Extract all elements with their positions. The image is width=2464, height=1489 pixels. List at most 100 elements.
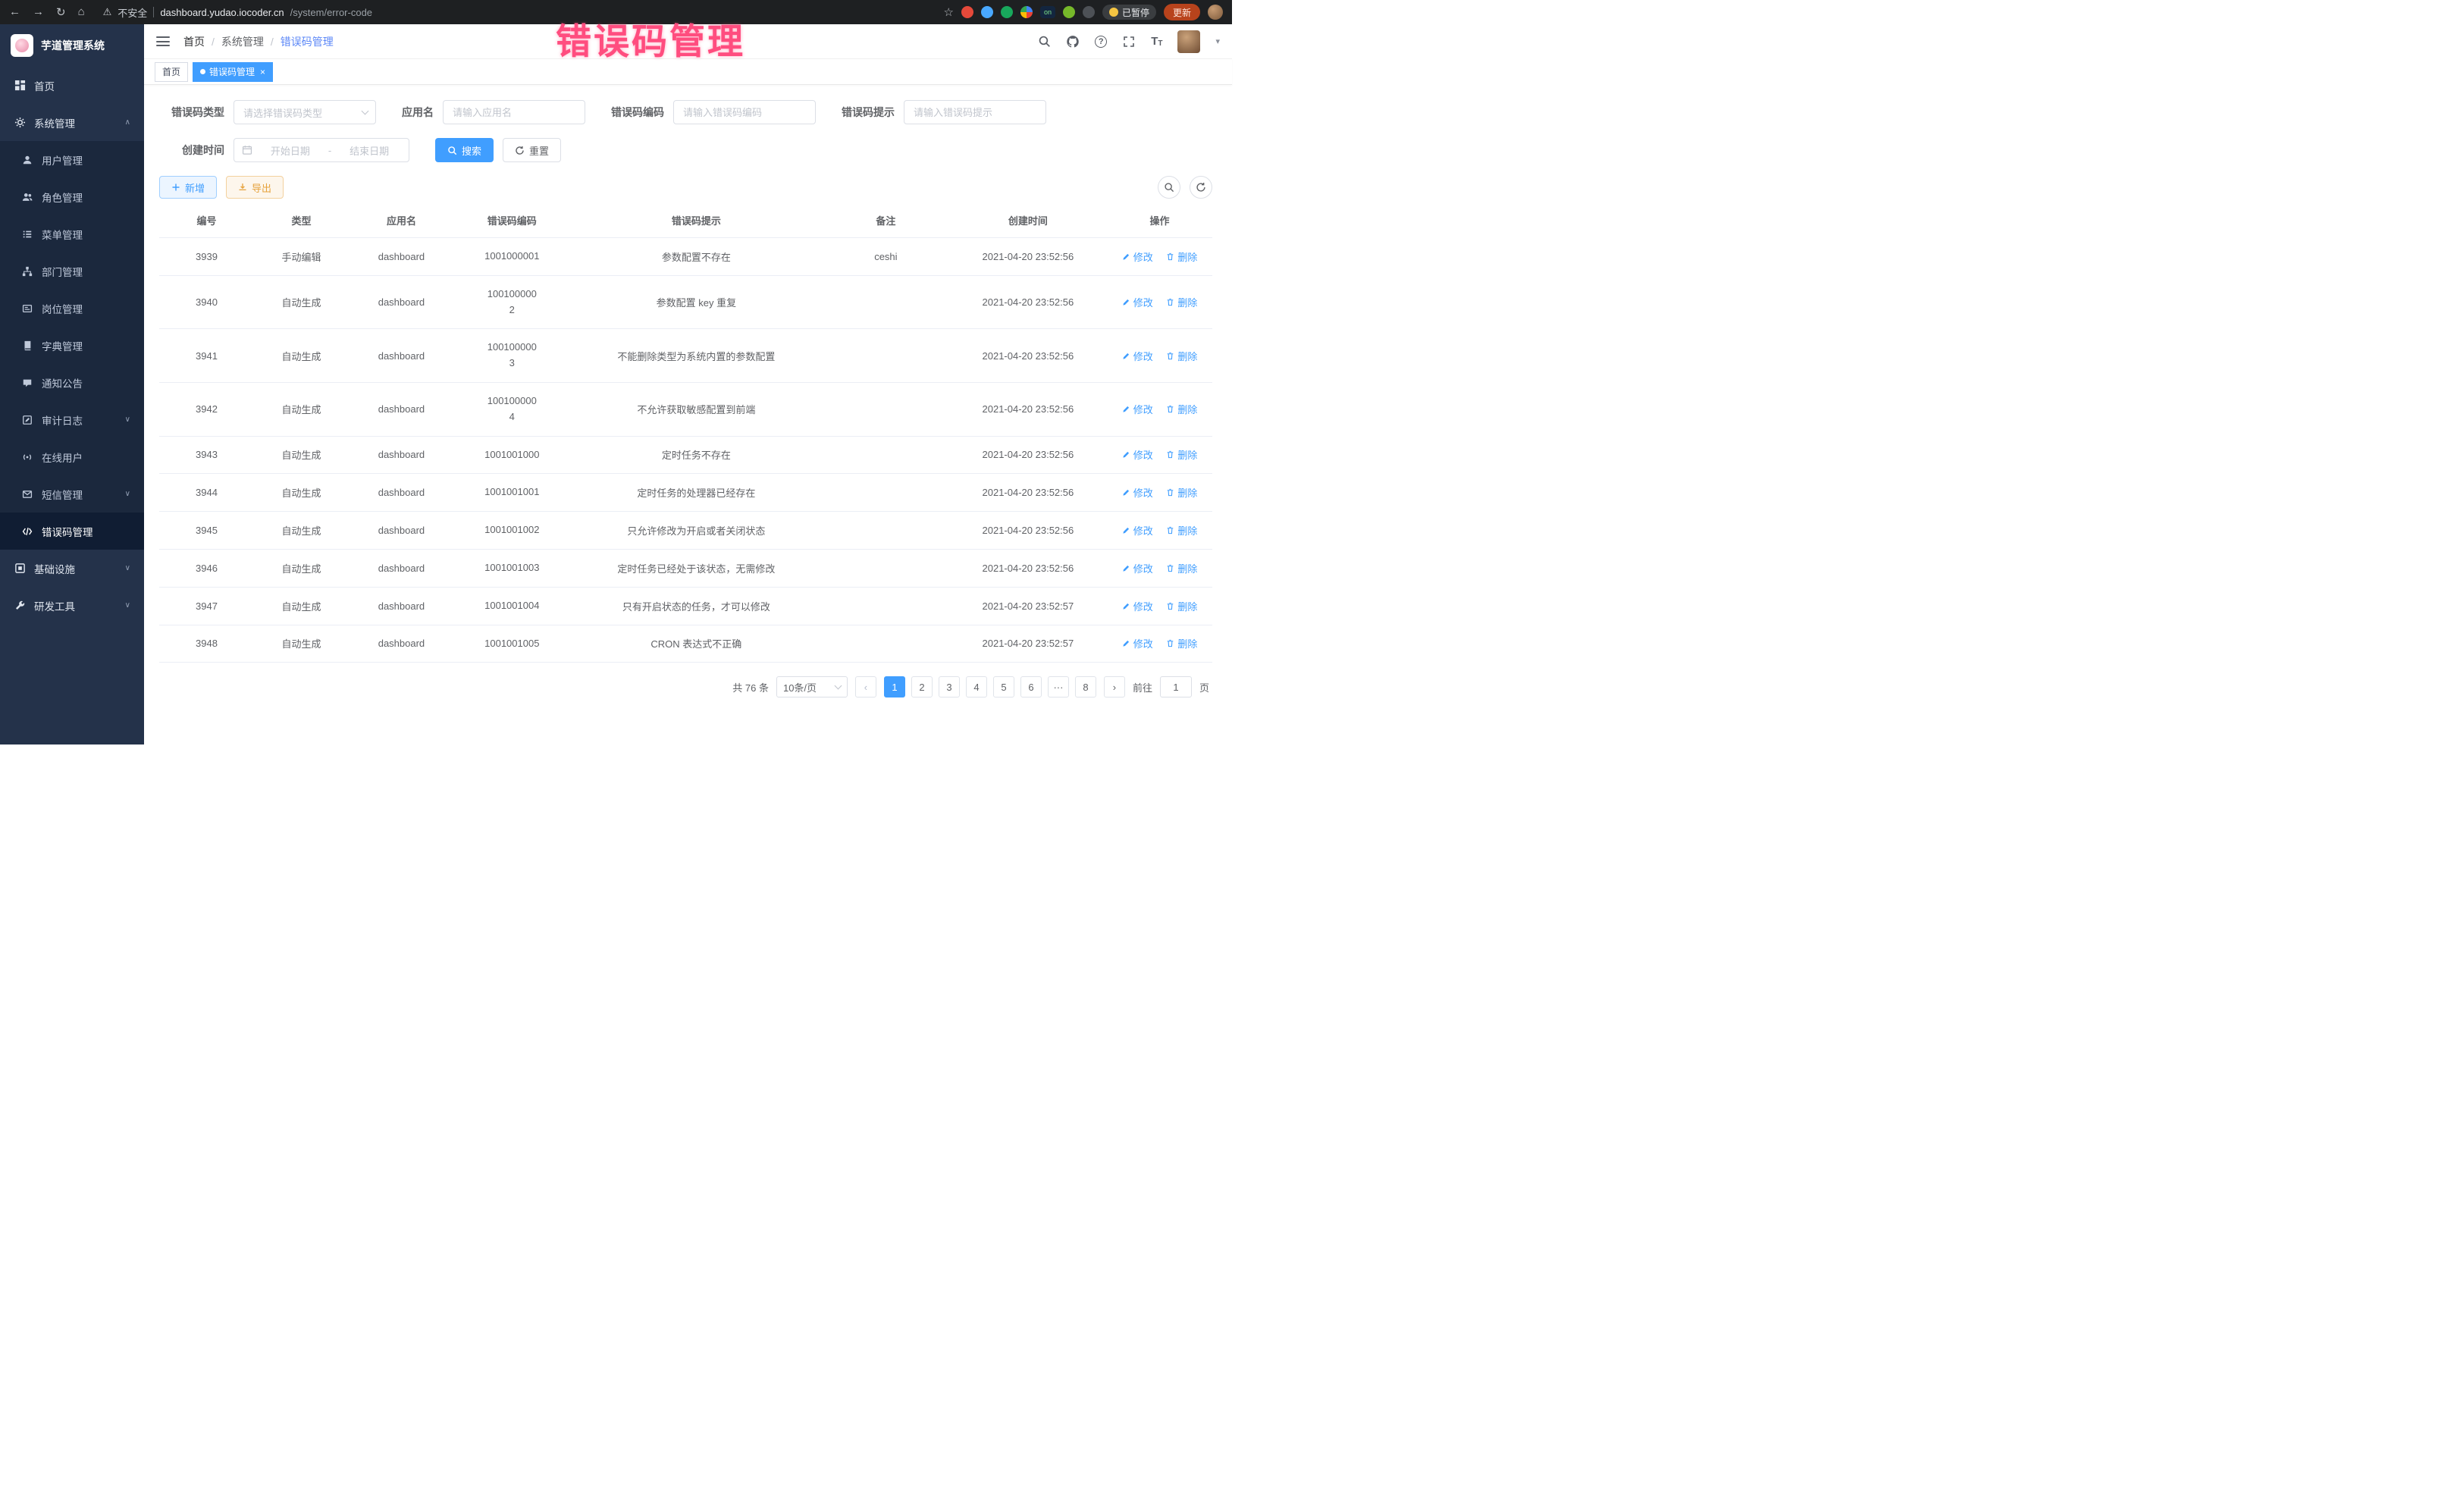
- export-button[interactable]: 导出: [226, 176, 284, 199]
- sidebar-item-users[interactable]: 用户管理: [0, 141, 144, 178]
- browser-home-icon[interactable]: ⌂: [78, 5, 85, 19]
- sidebar-item-roles[interactable]: 角色管理: [0, 178, 144, 215]
- users-icon: [21, 191, 33, 203]
- menu-fold-icon[interactable]: [156, 36, 170, 46]
- github-icon[interactable]: [1066, 35, 1080, 49]
- goto-unit-label: 页: [1199, 680, 1209, 694]
- delete-link[interactable]: 删除: [1166, 402, 1197, 416]
- error-type-select[interactable]: 请选择错误码类型: [234, 100, 376, 124]
- delete-link[interactable]: 删除: [1166, 636, 1197, 650]
- sidebar-item-posts[interactable]: 岗位管理: [0, 290, 144, 327]
- edit-link[interactable]: 修改: [1122, 523, 1153, 538]
- sidebar-item-audit-log[interactable]: 审计日志 ∨: [0, 401, 144, 438]
- browser-back-icon[interactable]: ←: [9, 5, 20, 19]
- extension-icon-green-check[interactable]: [1001, 6, 1013, 18]
- sidebar-item-home[interactable]: 首页: [0, 67, 144, 104]
- update-button[interactable]: 更新: [1164, 4, 1200, 20]
- col-actions: 操作: [1107, 203, 1212, 238]
- sidebar-item-system[interactable]: 系统管理 ∧: [0, 104, 144, 141]
- add-button[interactable]: 新增: [159, 176, 217, 199]
- edit-link[interactable]: 修改: [1122, 249, 1153, 264]
- goto-page-input[interactable]: [1160, 676, 1192, 697]
- browser-profile-avatar[interactable]: [1208, 5, 1223, 20]
- app-logo-row[interactable]: 芋道管理系统: [0, 24, 144, 67]
- next-page-button[interactable]: ›: [1104, 676, 1125, 697]
- edit-link[interactable]: 修改: [1122, 295, 1153, 309]
- page-button[interactable]: 2: [911, 676, 933, 697]
- edit-link[interactable]: 修改: [1122, 561, 1153, 575]
- sidebar-item-departments[interactable]: 部门管理: [0, 252, 144, 290]
- delete-link[interactable]: 删除: [1166, 349, 1197, 363]
- edit-link[interactable]: 修改: [1122, 402, 1153, 416]
- breadcrumb-system[interactable]: 系统管理: [221, 34, 264, 49]
- help-icon[interactable]: ?: [1095, 36, 1107, 48]
- sidebar-item-label: 岗位管理: [42, 301, 83, 316]
- extension-icon-puzzle[interactable]: [1083, 6, 1095, 18]
- sidebar-item-online-users[interactable]: 在线用户: [0, 438, 144, 475]
- delete-link[interactable]: 删除: [1166, 485, 1197, 500]
- paused-badge[interactable]: 已暂停: [1102, 5, 1156, 20]
- page-size-select[interactable]: 10条/页: [776, 676, 848, 697]
- cell-time: 2021-04-20 23:52:57: [949, 625, 1107, 663]
- delete-link[interactable]: 删除: [1166, 523, 1197, 538]
- edit-link[interactable]: 修改: [1122, 447, 1153, 462]
- sidebar-item-dev-tools[interactable]: 研发工具 ∨: [0, 587, 144, 624]
- fullscreen-icon[interactable]: [1122, 35, 1136, 49]
- sidebar-item-dictionary[interactable]: 字典管理: [0, 327, 144, 364]
- table-row: 3941 自动生成 dashboard 100100000 3 不能删除类型为系…: [159, 329, 1212, 383]
- edit-link[interactable]: 修改: [1122, 599, 1153, 613]
- sidebar-item-error-codes[interactable]: 错误码管理: [0, 513, 144, 550]
- extension-icon-red[interactable]: [961, 6, 973, 18]
- app-name-input[interactable]: [443, 100, 585, 124]
- page-button[interactable]: 1: [884, 676, 905, 697]
- edit-link[interactable]: 修改: [1122, 349, 1153, 363]
- cell-time: 2021-04-20 23:52:56: [949, 382, 1107, 436]
- sidebar-item-infrastructure[interactable]: 基础设施 ∨: [0, 550, 144, 587]
- breadcrumb-home[interactable]: 首页: [183, 34, 205, 49]
- font-size-icon[interactable]: TT: [1151, 35, 1162, 48]
- delete-link[interactable]: 删除: [1166, 295, 1197, 309]
- extension-icon-grid[interactable]: [1020, 6, 1033, 18]
- error-code-input[interactable]: [673, 100, 816, 124]
- page-button[interactable]: 5: [993, 676, 1014, 697]
- plus-icon: [171, 183, 180, 192]
- error-hint-input[interactable]: [904, 100, 1046, 124]
- extension-icon-on-badge[interactable]: on: [1040, 6, 1055, 18]
- edit-link[interactable]: 修改: [1122, 485, 1153, 500]
- search-button[interactable]: 搜索: [435, 138, 494, 162]
- search-icon[interactable]: [1037, 35, 1051, 49]
- sidebar-item-notices[interactable]: 通知公告: [0, 364, 144, 401]
- user-avatar[interactable]: [1177, 30, 1200, 53]
- col-type: 类型: [254, 203, 349, 238]
- cell-type: 手动编辑: [254, 238, 349, 276]
- sidebar-item-sms[interactable]: 短信管理 ∨: [0, 475, 144, 513]
- code-brackets-icon: [21, 525, 33, 538]
- prev-page-button[interactable]: ‹: [855, 676, 876, 697]
- page-button[interactable]: 8: [1075, 676, 1096, 697]
- tab-error-codes[interactable]: 错误码管理 ×: [193, 62, 273, 82]
- page-button[interactable]: ···: [1048, 676, 1069, 697]
- show-search-toggle-button[interactable]: [1158, 176, 1180, 199]
- edit-link[interactable]: 修改: [1122, 636, 1153, 650]
- tab-home[interactable]: 首页: [155, 62, 188, 82]
- delete-link[interactable]: 删除: [1166, 447, 1197, 462]
- caret-down-icon[interactable]: ▾: [1215, 36, 1220, 46]
- address-bar[interactable]: ⚠ 不安全 dashboard.yudao.iocoder.cn/system/…: [103, 5, 372, 20]
- delete-link[interactable]: 删除: [1166, 599, 1197, 613]
- browser-reload-icon[interactable]: ↻: [56, 5, 66, 19]
- extension-icon-leaf[interactable]: [1063, 6, 1075, 18]
- page-button[interactable]: 3: [939, 676, 960, 697]
- delete-link[interactable]: 删除: [1166, 249, 1197, 264]
- close-icon[interactable]: ×: [260, 67, 265, 77]
- delete-link[interactable]: 删除: [1166, 561, 1197, 575]
- reset-button[interactable]: 重置: [503, 138, 561, 162]
- bookmark-star-icon[interactable]: ☆: [944, 5, 954, 19]
- page-button[interactable]: 4: [966, 676, 987, 697]
- extension-icon-blue[interactable]: [981, 6, 993, 18]
- sidebar-item-menus[interactable]: 菜单管理: [0, 215, 144, 252]
- refresh-table-button[interactable]: [1190, 176, 1212, 199]
- browser-forward-icon[interactable]: →: [33, 5, 44, 19]
- date-range-picker[interactable]: 开始日期 - 结束日期: [234, 138, 409, 162]
- page-button[interactable]: 6: [1020, 676, 1042, 697]
- delete-link-label: 删除: [1177, 599, 1197, 613]
